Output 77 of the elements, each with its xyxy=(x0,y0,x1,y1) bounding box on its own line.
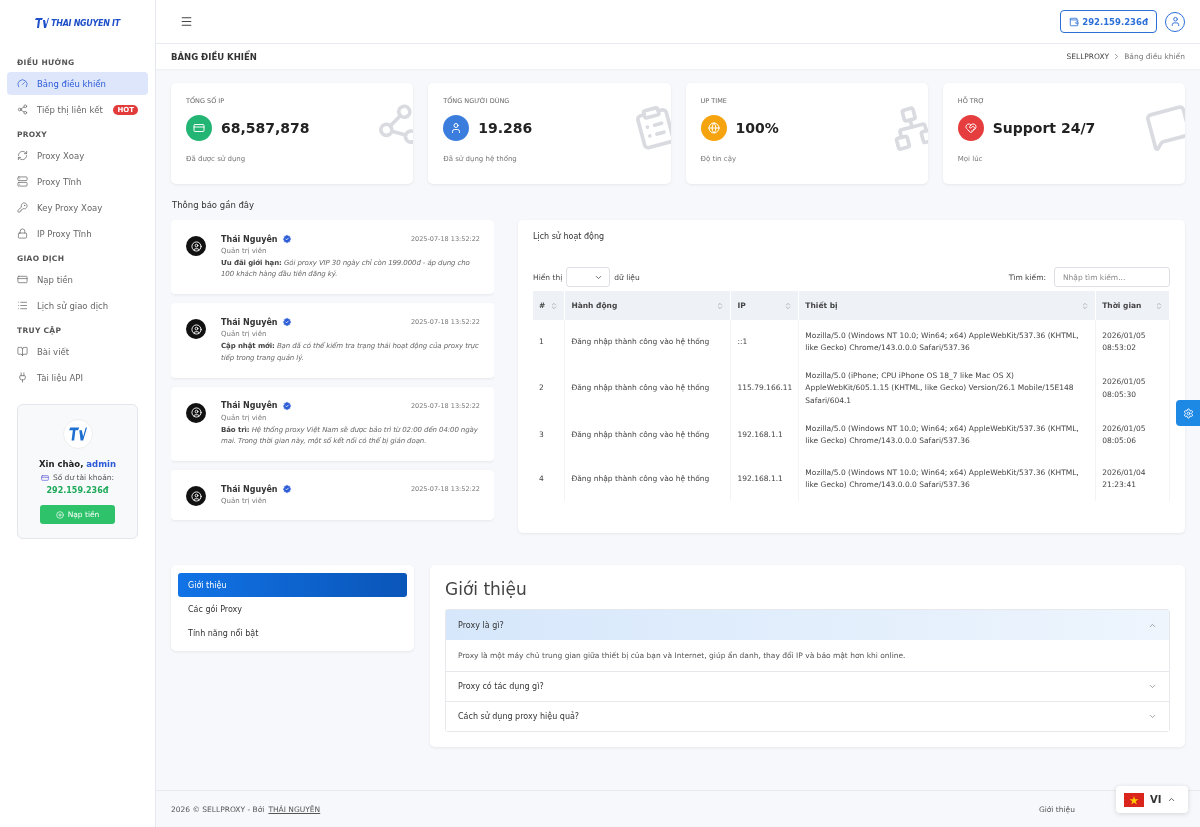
author-name: Thái Nguyên xyxy=(221,484,278,494)
nav-item[interactable]: Nạp tiền xyxy=(7,268,148,291)
book-icon xyxy=(17,346,28,357)
faq-question[interactable]: Proxy là gì? xyxy=(446,610,1169,640)
user-button[interactable] xyxy=(1165,11,1185,32)
user-icon xyxy=(1169,16,1181,27)
nav-label: Lịch sử giao dịch xyxy=(37,300,110,311)
sort-icon xyxy=(1155,301,1163,310)
sort-icon xyxy=(784,301,793,310)
nav-label: Bài viết xyxy=(37,346,71,357)
page-title: BẢNG ĐIỀU KHIỂN xyxy=(171,51,258,62)
user-icon xyxy=(190,490,202,502)
plus-icon xyxy=(55,510,64,519)
nav-item[interactable]: Tài liệu API xyxy=(7,366,148,389)
chevron-down-icon xyxy=(1148,682,1157,691)
key-icon xyxy=(17,202,28,213)
card-icon xyxy=(17,274,28,285)
settings-button[interactable] xyxy=(1176,400,1200,426)
stat-value: 19.286 xyxy=(478,120,533,136)
logo-icon xyxy=(35,16,50,30)
lock-icon xyxy=(17,228,28,239)
panel-title: Lịch sử hoạt động xyxy=(533,232,606,241)
logo-icon xyxy=(68,425,87,443)
logo-text: THAI NGUYEN IT xyxy=(51,18,120,28)
language-button[interactable]: VI xyxy=(1116,786,1188,813)
stat-value: 68,587,878 xyxy=(221,120,310,136)
chevron-up-icon xyxy=(1167,795,1177,804)
verified-icon xyxy=(281,400,292,411)
nav-label: IP Proxy Tĩnh xyxy=(37,228,93,239)
user-icon xyxy=(190,323,202,335)
sort-icon xyxy=(1081,301,1090,310)
nav-item[interactable]: Proxy Xoay xyxy=(7,144,148,167)
section-heading: Thông báo gần đây xyxy=(172,200,256,210)
globe-icon xyxy=(707,122,720,134)
plug-icon xyxy=(17,372,28,383)
chevron-down-icon xyxy=(1148,712,1157,721)
nav-item[interactable]: Key Proxy Xoay xyxy=(7,196,148,219)
flag-icon xyxy=(1124,792,1144,807)
rotate-icon xyxy=(17,150,28,161)
nav-label: Nạp tiền xyxy=(37,274,74,285)
verified-icon xyxy=(281,484,292,495)
nav-label: Tài liệu API xyxy=(37,372,84,383)
sort-icon xyxy=(550,301,559,310)
author-name: Thái Nguyên xyxy=(221,401,278,411)
list-icon xyxy=(17,300,28,311)
stat-value: 100% xyxy=(735,120,779,136)
verified-icon xyxy=(281,317,292,328)
settings-icon xyxy=(1182,407,1194,419)
author-name: Thái Nguyên xyxy=(221,317,278,327)
share-icon xyxy=(17,104,28,115)
nav-item[interactable]: IP Proxy Tĩnh xyxy=(7,222,148,245)
author-name: Thái Nguyên xyxy=(221,234,278,244)
sort-icon xyxy=(716,301,725,310)
tab[interactable]: Tính năng nổi bật xyxy=(178,621,407,645)
nav-item[interactable]: Bảng điều khiển xyxy=(7,72,148,95)
server-icon xyxy=(17,176,28,187)
balance-button[interactable]: 292.159.236đ xyxy=(1060,10,1157,33)
faq-question[interactable]: Cách sử dụng proxy hiệu quả? xyxy=(446,701,1169,731)
nav-item[interactable]: Bài viết xyxy=(7,340,148,363)
nav-label: Proxy Tĩnh xyxy=(37,176,83,187)
balance-amount: 292.159.236đ xyxy=(46,486,109,495)
verified-icon xyxy=(281,234,292,244)
gauge-icon xyxy=(17,78,28,89)
user-icon xyxy=(450,122,463,134)
menu-icon[interactable] xyxy=(180,15,193,28)
nav-label: Key Proxy Xoay xyxy=(37,202,104,213)
nav-label: Proxy Xoay xyxy=(37,150,86,161)
tab[interactable]: Giới thiệu xyxy=(178,573,407,597)
greeting: Xin chào, admin xyxy=(39,459,116,469)
nav-item[interactable]: Lịch sử giao dịch xyxy=(7,294,148,317)
nav-label: Bảng điều khiển xyxy=(37,78,107,89)
stat-value: Support 24/7 xyxy=(992,120,1096,136)
nav-item[interactable]: Proxy Tĩnh xyxy=(7,170,148,193)
nav-label: Tiếp thị liên kết xyxy=(37,104,104,115)
info-title: Giới thiệu xyxy=(445,579,528,599)
user-icon xyxy=(190,407,202,419)
tab[interactable]: Các gói Proxy xyxy=(178,597,407,621)
